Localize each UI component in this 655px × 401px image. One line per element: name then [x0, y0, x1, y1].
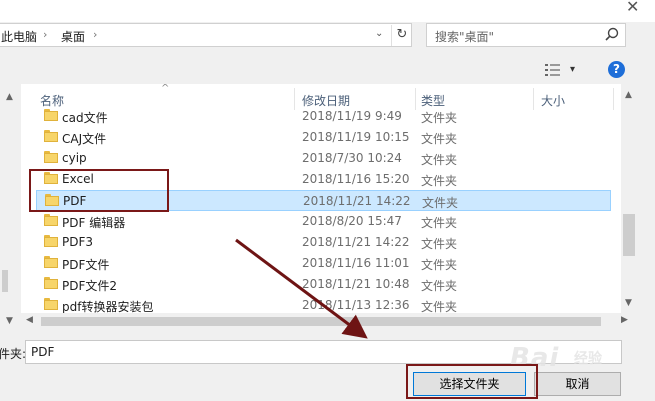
- scroll-right-icon[interactable]: ▶: [621, 315, 628, 325]
- folder-label: 件夹:: [0, 347, 27, 361]
- table-row[interactable]: pdf转换器安装包 2018/11/13 12:36 文件夹: [21, 295, 621, 313]
- file-date: 2018/11/16 15:20: [302, 172, 410, 186]
- refresh-icon[interactable]: ↻: [391, 25, 412, 46]
- search-input[interactable]: 搜索"桌面": [426, 23, 626, 47]
- file-type: 文件夹: [421, 174, 458, 188]
- watermark-sub: 经验: [574, 351, 602, 367]
- scroll-left-icon[interactable]: ◀: [26, 315, 33, 325]
- sort-caret-icon: ^: [161, 84, 170, 94]
- cancel-button[interactable]: 取消: [534, 372, 621, 396]
- folder-icon: [44, 277, 58, 289]
- file-type: 文件夹: [421, 300, 458, 313]
- highlight-box-pdf: [29, 169, 169, 212]
- file-date: 2018/11/19 9:49: [302, 109, 402, 123]
- address-bar[interactable]: 此电脑 › 桌面 › ⌄ ↻: [0, 23, 412, 47]
- breadcrumb-separator[interactable]: ›: [43, 28, 47, 41]
- file-name: PDF文件: [62, 258, 110, 272]
- folder-icon: [44, 109, 58, 121]
- file-date: 2018/11/21 14:22: [303, 194, 411, 208]
- table-row[interactable]: PDF文件 2018/11/16 11:01 文件夹: [21, 253, 621, 274]
- title-bar: ✕: [0, 0, 655, 22]
- scrollbar-thumb[interactable]: [41, 317, 601, 326]
- table-row[interactable]: cyip 2018/7/30 10:24 文件夹: [21, 148, 621, 169]
- scroll-down-icon[interactable]: ▼: [6, 316, 13, 326]
- file-name: CAJ文件: [62, 132, 107, 146]
- folder-icon: [44, 214, 58, 226]
- folder-icon: [44, 151, 58, 163]
- table-row[interactable]: cad文件 2018/11/19 9:49 文件夹: [21, 106, 621, 127]
- breadcrumb-desktop[interactable]: 桌面: [61, 28, 85, 45]
- file-name: pdf转换器安装包: [62, 300, 154, 313]
- file-name: PDF文件2: [62, 279, 118, 293]
- help-icon[interactable]: ?: [608, 61, 625, 78]
- file-type: 文件夹: [421, 132, 458, 146]
- folder-icon: [44, 256, 58, 268]
- scroll-up-icon[interactable]: ▲: [6, 92, 13, 102]
- navigation-pane: ▲ ▼: [0, 84, 22, 330]
- file-type: 文件夹: [421, 153, 458, 167]
- file-type: 文件夹: [421, 258, 458, 272]
- table-row[interactable]: CAJ文件 2018/11/19 10:15 文件夹: [21, 127, 621, 148]
- table-row[interactable]: PDF3 2018/11/21 14:22 文件夹: [21, 232, 621, 253]
- file-date: 2018/11/16 11:01: [302, 256, 410, 270]
- file-name: cad文件: [62, 111, 108, 125]
- folder-icon: [44, 130, 58, 142]
- table-row[interactable]: PDF文件2 2018/11/21 10:48 文件夹: [21, 274, 621, 295]
- table-row[interactable]: PDF 编辑器 2018/8/20 15:47 文件夹: [21, 211, 621, 232]
- highlight-box-select-button: [406, 364, 538, 399]
- file-date: 2018/11/21 14:22: [302, 235, 410, 249]
- vertical-scrollbar[interactable]: ▲ ▼: [621, 84, 638, 313]
- file-type: 文件夹: [421, 237, 458, 251]
- close-icon[interactable]: ✕: [626, 0, 639, 16]
- folder-icon: [44, 235, 58, 247]
- view-dropdown-icon[interactable]: ▾: [570, 64, 575, 75]
- scrollbar-thumb[interactable]: [623, 214, 635, 256]
- scroll-down-icon[interactable]: ▼: [625, 298, 632, 308]
- scroll-up-icon[interactable]: ▲: [625, 90, 632, 100]
- folder-icon: [44, 298, 58, 310]
- search-placeholder: 搜索"桌面": [435, 30, 495, 44]
- horizontal-scrollbar[interactable]: ◀ ▶: [21, 313, 638, 330]
- file-type: 文件夹: [422, 196, 459, 210]
- file-name: PDF3: [62, 235, 94, 249]
- breadcrumb-separator[interactable]: ›: [93, 28, 97, 41]
- view-options-icon[interactable]: [545, 63, 563, 77]
- file-type: 文件夹: [421, 216, 458, 230]
- file-type: 文件夹: [421, 111, 458, 125]
- file-date: 2018/11/19 10:15: [302, 130, 410, 144]
- file-date: 2018/11/21 10:48: [302, 277, 410, 291]
- chevron-down-icon[interactable]: ⌄: [375, 28, 383, 39]
- file-date: 2018/8/20 15:47: [302, 214, 402, 228]
- breadcrumb-this-pc[interactable]: 此电脑: [1, 28, 37, 45]
- search-icon[interactable]: [605, 27, 619, 43]
- file-name: PDF 编辑器: [62, 216, 126, 230]
- file-type: 文件夹: [421, 279, 458, 293]
- file-name: cyip: [62, 151, 87, 165]
- file-date: 2018/7/30 10:24: [302, 151, 402, 165]
- file-date: 2018/11/13 12:36: [302, 298, 410, 312]
- nav-scrollbar-thumb[interactable]: [2, 270, 8, 292]
